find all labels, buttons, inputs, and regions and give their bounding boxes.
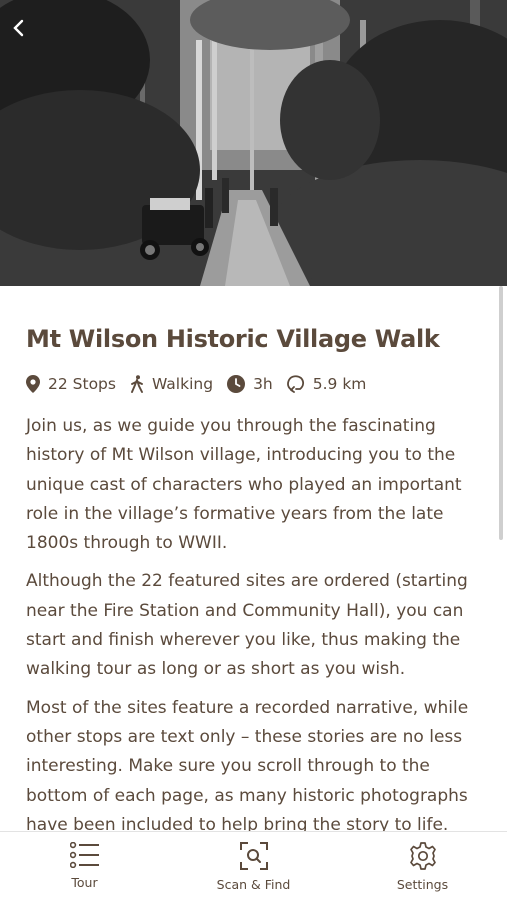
hero-image [0,0,507,286]
tab-settings-label: Settings [396,877,449,892]
tab-settings[interactable]: Settings [338,832,507,900]
stops-count: 22 Stops [48,375,116,393]
tab-scan-find-label: Scan & Find [216,877,291,892]
duration-label: 3h [253,375,273,393]
bottom-tab-bar: Tour Scan & Find Settings [0,831,507,900]
tour-detail: Mt Wilson Historic Village Walk 22 Stops… [0,286,507,831]
tour-meta: 22 Stops Walking 3h 5.9 km [26,370,481,398]
page-title: Mt Wilson Historic Village Walk [26,325,440,353]
stops-info: 22 Stops [26,375,116,393]
chevron-left-icon [13,19,24,37]
map-pin-icon [26,375,40,393]
mode-label: Walking [151,375,214,393]
walking-icon [131,375,143,393]
description-paragraph-2: Although the 22 featured sites are order… [26,571,468,680]
distance-info: 5.9 km [286,375,367,393]
gear-icon [409,842,436,870]
description-paragraph-3: Most of the sites feature a recorded nar… [26,697,469,831]
scan-icon [239,842,268,870]
mode-info: Walking [130,375,213,393]
clock-icon [227,375,246,393]
distance-label: 5.9 km [312,375,367,393]
tab-scan-find[interactable]: Scan & Find [169,832,338,900]
tab-tour[interactable]: Tour [0,832,169,900]
duration-info: 3h [227,375,273,393]
description-paragraph-1: Join us, as we guide you through the fas… [26,416,462,554]
route-loop-icon [286,375,304,393]
back-button[interactable] [12,18,40,46]
list-icon [69,842,99,868]
tab-tour-label: Tour [71,875,98,890]
